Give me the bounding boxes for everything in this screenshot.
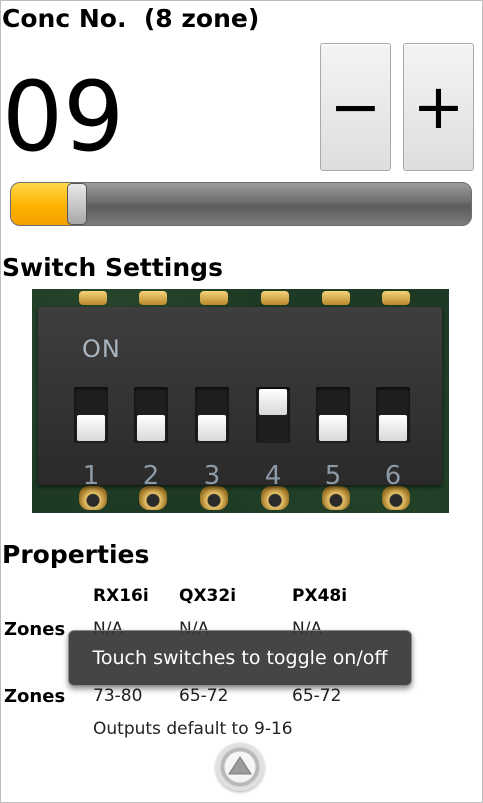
increment-button[interactable]: +	[403, 43, 474, 171]
solder-pin	[200, 291, 228, 305]
plus-icon: +	[412, 70, 465, 143]
table-cell: 65-72	[292, 686, 342, 706]
dip-switch-3[interactable]	[195, 387, 229, 443]
switch-knob	[198, 415, 226, 441]
switch-number: 5	[324, 461, 342, 491]
dip-switch-2[interactable]	[134, 387, 168, 443]
page-title: Conc No. (8 zone)	[2, 4, 260, 33]
column-header-px48i: PX48i	[292, 586, 348, 606]
slider-fill	[11, 183, 71, 225]
column-header-qx32i: QX32i	[179, 586, 237, 606]
dip-switch-1[interactable]	[74, 387, 108, 443]
switch-number: 3	[203, 461, 221, 491]
dip-switch-body: ON 1 2 3 4 5 6	[38, 307, 442, 491]
switch-settings-heading: Switch Settings	[2, 253, 223, 282]
switch-number: 2	[142, 461, 160, 491]
row-label-zones: Zones	[4, 686, 66, 707]
switch-knob	[379, 415, 407, 441]
slider-thumb[interactable]	[67, 183, 87, 225]
solder-pin	[261, 291, 289, 305]
table-cell: 73-80	[93, 686, 143, 706]
row-label-zones: Zones	[4, 619, 66, 640]
dip-switch-6[interactable]	[376, 387, 410, 443]
solder-pin	[382, 291, 410, 305]
concentrator-slider[interactable]	[10, 182, 472, 226]
up-arrow-icon	[228, 756, 252, 775]
switch-number: 6	[384, 461, 402, 491]
toast-message: Touch switches to toggle on/off	[68, 630, 412, 686]
switch-knob	[137, 415, 165, 441]
decrement-button[interactable]: −	[320, 43, 391, 171]
properties-heading: Properties	[2, 540, 150, 569]
switch-knob	[319, 415, 347, 441]
solder-pin	[322, 291, 350, 305]
table-cell: 65-72	[179, 686, 229, 706]
solder-pin	[79, 291, 107, 305]
switch-number: 4	[264, 461, 282, 491]
minus-icon: −	[329, 70, 382, 143]
toast-text: Touch switches to toggle on/off	[92, 647, 388, 669]
switch-knob	[77, 415, 105, 441]
dip-switch-board: ON 1 2 3 4 5 6	[32, 289, 449, 513]
dip-switch-4[interactable]	[256, 387, 290, 443]
outputs-note: Outputs default to 9-16	[93, 719, 293, 739]
dip-switch-5[interactable]	[316, 387, 350, 443]
solder-pin	[139, 291, 167, 305]
on-label: ON	[82, 335, 121, 363]
switch-number: 1	[82, 461, 100, 491]
switch-knob	[259, 389, 287, 415]
scroll-up-button[interactable]	[216, 743, 264, 791]
column-header-rx16i: RX16i	[93, 586, 149, 606]
concentrator-number: 09	[2, 61, 125, 173]
